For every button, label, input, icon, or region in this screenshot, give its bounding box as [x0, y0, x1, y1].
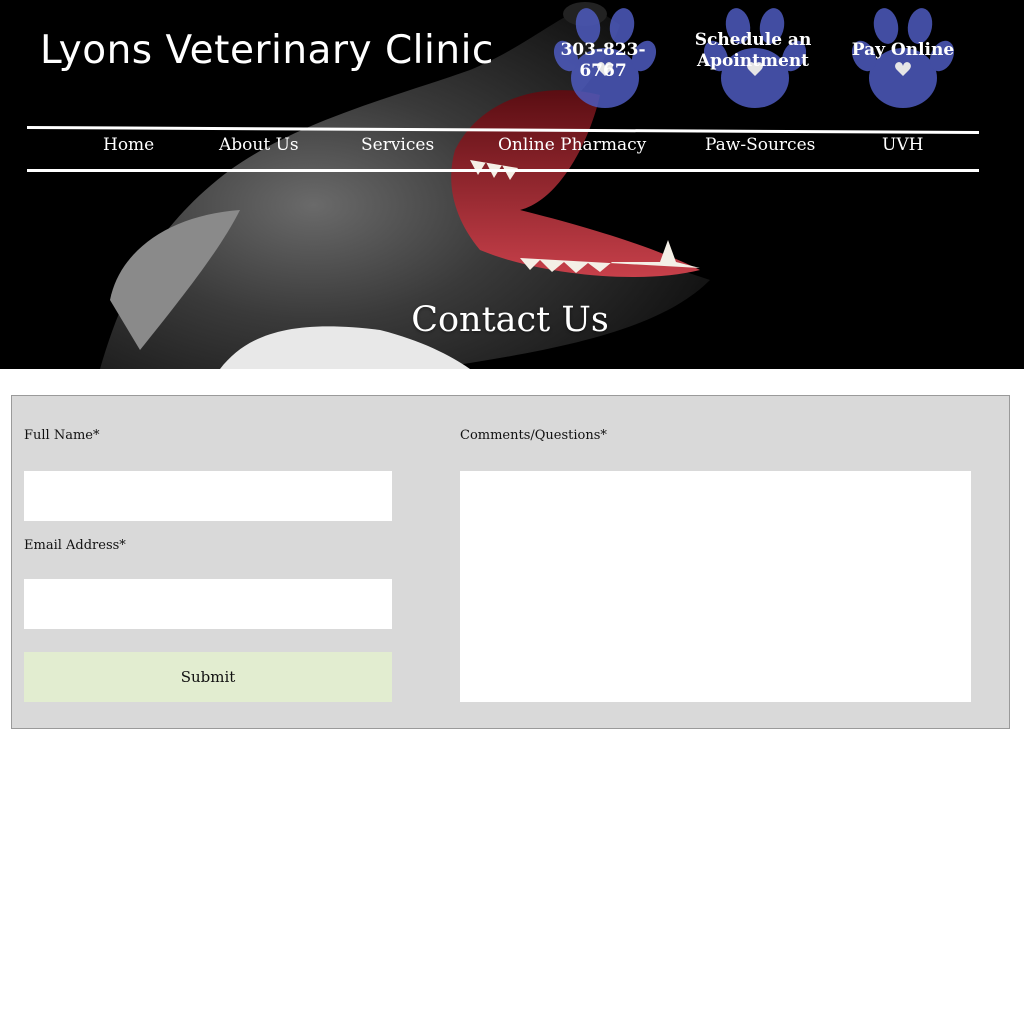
comments-textarea[interactable] — [460, 471, 971, 702]
hero-banner: Lyons Veterinary Clinic 303-823-6767 Sch… — [0, 0, 1024, 369]
pay-online-link[interactable]: Pay Online — [848, 40, 958, 61]
nav-about-us[interactable]: About Us — [219, 135, 299, 155]
email-label: Email Address* — [24, 538, 126, 553]
site-title[interactable]: Lyons Veterinary Clinic — [40, 28, 494, 73]
nav-home[interactable]: Home — [103, 135, 154, 155]
contact-form: Full Name* Email Address* Submit Comment… — [11, 395, 1010, 729]
nav-online-pharmacy[interactable]: Online Pharmacy — [498, 135, 646, 155]
nav-services[interactable]: Services — [361, 135, 434, 155]
full-name-input[interactable] — [24, 471, 392, 521]
nav-paw-sources[interactable]: Paw-Sources — [705, 135, 815, 155]
full-name-label: Full Name* — [24, 428, 100, 443]
phone-link[interactable]: 303-823-6767 — [538, 40, 668, 82]
nav-divider-bottom — [27, 169, 979, 172]
nav-uvh[interactable]: UVH — [882, 135, 923, 155]
email-input[interactable] — [24, 579, 392, 629]
comments-label: Comments/Questions* — [460, 428, 607, 443]
page-title: Contact Us — [411, 300, 609, 340]
schedule-appointment-link[interactable]: Schedule an Apointment — [690, 30, 816, 72]
submit-button[interactable]: Submit — [24, 652, 392, 702]
